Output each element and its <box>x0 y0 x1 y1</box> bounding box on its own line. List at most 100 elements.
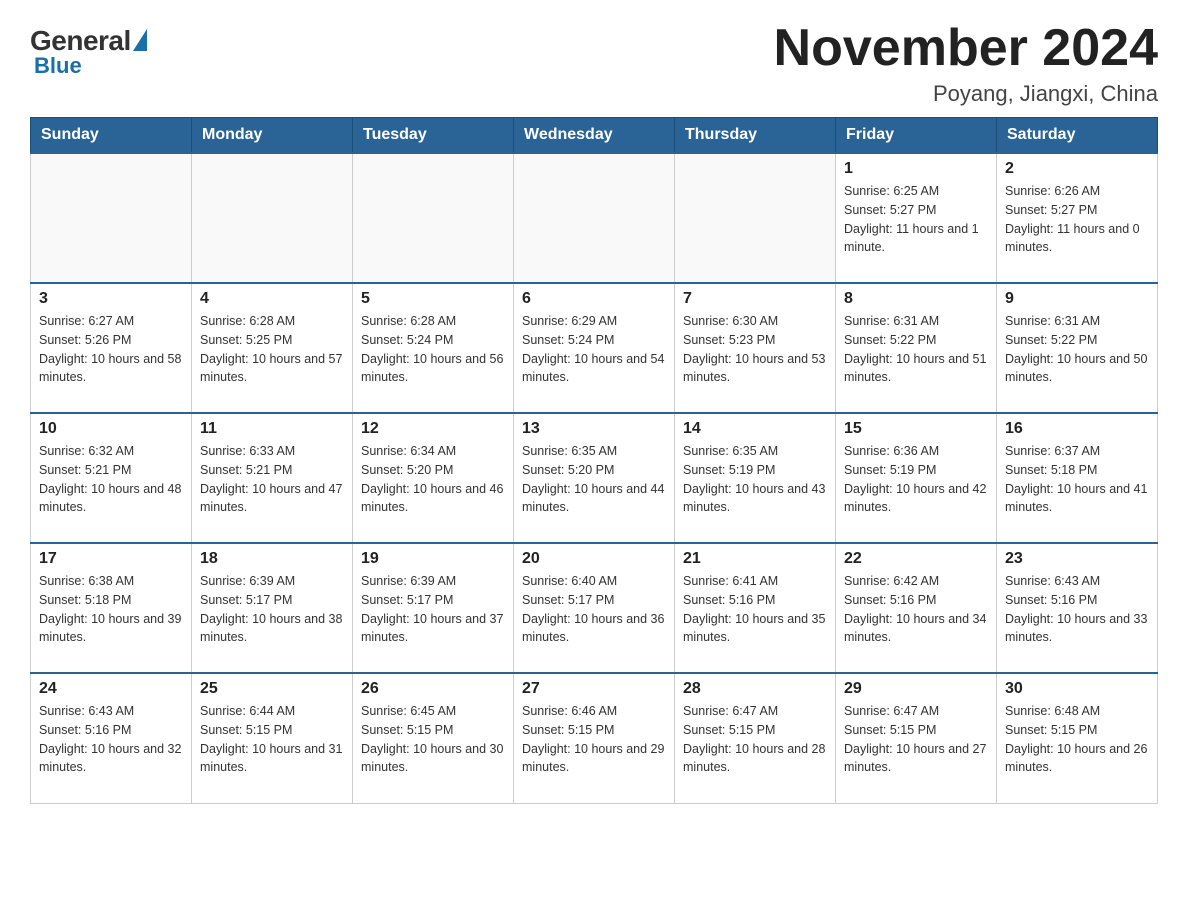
day-info: Sunrise: 6:35 AMSunset: 5:19 PMDaylight:… <box>683 442 827 517</box>
day-info: Sunrise: 6:41 AMSunset: 5:16 PMDaylight:… <box>683 572 827 647</box>
day-info: Sunrise: 6:31 AMSunset: 5:22 PMDaylight:… <box>844 312 988 387</box>
logo: General Blue <box>30 25 147 79</box>
calendar-week-row: 3 Sunrise: 6:27 AMSunset: 5:26 PMDaylight… <box>31 283 1158 413</box>
logo-triangle-icon <box>133 29 147 51</box>
calendar-cell: 4Sunrise: 6:28 AMSunset: 5:25 PMDaylight… <box>192 283 353 413</box>
calendar-cell: 15 Sunrise: 6:36 AMSunset: 5:19 PMDayligh… <box>836 413 997 543</box>
day-number: 16 <box>1005 420 1149 438</box>
day-info: Sunrise: 6:36 AMSunset: 5:19 PMDaylight:… <box>844 442 988 517</box>
calendar-cell: 3 Sunrise: 6:27 AMSunset: 5:26 PMDaylight… <box>31 283 192 413</box>
calendar-cell: 8 Sunrise: 6:31 AMSunset: 5:22 PMDaylight… <box>836 283 997 413</box>
calendar-cell: 18 Sunrise: 6:39 AMSunset: 5:17 PMDayligh… <box>192 543 353 673</box>
page-header: General Blue November 2024 Poyang, Jiang… <box>30 20 1158 107</box>
calendar-cell: 29Sunrise: 6:47 AMSunset: 5:15 PMDayligh… <box>836 673 997 803</box>
day-info: Sunrise: 6:28 AMSunset: 5:25 PMDaylight:… <box>200 312 344 387</box>
calendar-cell: 26 Sunrise: 6:45 AMSunset: 5:15 PMDayligh… <box>353 673 514 803</box>
day-number: 2 <box>1005 160 1149 178</box>
day-info: Sunrise: 6:32 AMSunset: 5:21 PMDaylight:… <box>39 442 183 517</box>
location-subtitle: Poyang, Jiangxi, China <box>774 81 1158 107</box>
calendar-cell: 6 Sunrise: 6:29 AMSunset: 5:24 PMDaylight… <box>514 283 675 413</box>
calendar-cell: 28 Sunrise: 6:47 AMSunset: 5:15 PMDayligh… <box>675 673 836 803</box>
day-info: Sunrise: 6:37 AMSunset: 5:18 PMDaylight:… <box>1005 442 1149 517</box>
day-number: 25 <box>200 680 344 698</box>
day-number: 8 <box>844 290 988 308</box>
day-number: 19 <box>361 550 505 568</box>
day-info: Sunrise: 6:30 AMSunset: 5:23 PMDaylight:… <box>683 312 827 387</box>
day-of-week-header: Sunday <box>31 118 192 154</box>
day-number: 10 <box>39 420 183 438</box>
day-number: 20 <box>522 550 666 568</box>
day-of-week-header: Tuesday <box>353 118 514 154</box>
calendar-cell: 2 Sunrise: 6:26 AMSunset: 5:27 PMDaylight… <box>997 153 1158 283</box>
calendar-cell: 20 Sunrise: 6:40 AMSunset: 5:17 PMDayligh… <box>514 543 675 673</box>
day-info: Sunrise: 6:27 AMSunset: 5:26 PMDaylight:… <box>39 312 183 387</box>
logo-blue-text: Blue <box>34 53 82 79</box>
calendar-cell: 13 Sunrise: 6:35 AMSunset: 5:20 PMDayligh… <box>514 413 675 543</box>
day-info: Sunrise: 6:35 AMSunset: 5:20 PMDaylight:… <box>522 442 666 517</box>
calendar-cell: 25 Sunrise: 6:44 AMSunset: 5:15 PMDayligh… <box>192 673 353 803</box>
day-number: 15 <box>844 420 988 438</box>
day-number: 13 <box>522 420 666 438</box>
day-info: Sunrise: 6:39 AMSunset: 5:17 PMDaylight:… <box>361 572 505 647</box>
calendar-week-row: 24 Sunrise: 6:43 AMSunset: 5:16 PMDayligh… <box>31 673 1158 803</box>
calendar-week-row: 10 Sunrise: 6:32 AMSunset: 5:21 PMDayligh… <box>31 413 1158 543</box>
day-number: 1 <box>844 160 988 178</box>
calendar-cell: 24 Sunrise: 6:43 AMSunset: 5:16 PMDayligh… <box>31 673 192 803</box>
day-number: 26 <box>361 680 505 698</box>
calendar-cell: 11 Sunrise: 6:33 AMSunset: 5:21 PMDayligh… <box>192 413 353 543</box>
day-info: Sunrise: 6:43 AMSunset: 5:16 PMDaylight:… <box>39 702 183 777</box>
day-info: Sunrise: 6:33 AMSunset: 5:21 PMDaylight:… <box>200 442 344 517</box>
day-number: 11 <box>200 420 344 438</box>
calendar-cell: 12 Sunrise: 6:34 AMSunset: 5:20 PMDayligh… <box>353 413 514 543</box>
calendar-week-row: 1Sunrise: 6:25 AMSunset: 5:27 PMDaylight… <box>31 153 1158 283</box>
day-info: Sunrise: 6:46 AMSunset: 5:15 PMDaylight:… <box>522 702 666 777</box>
day-of-week-header: Monday <box>192 118 353 154</box>
day-info: Sunrise: 6:47 AMSunset: 5:15 PMDaylight:… <box>683 702 827 777</box>
calendar-cell: 23Sunrise: 6:43 AMSunset: 5:16 PMDayligh… <box>997 543 1158 673</box>
day-number: 7 <box>683 290 827 308</box>
day-number: 28 <box>683 680 827 698</box>
day-number: 6 <box>522 290 666 308</box>
day-number: 22 <box>844 550 988 568</box>
calendar-cell: 27 Sunrise: 6:46 AMSunset: 5:15 PMDayligh… <box>514 673 675 803</box>
day-info: Sunrise: 6:34 AMSunset: 5:20 PMDaylight:… <box>361 442 505 517</box>
day-info: Sunrise: 6:38 AMSunset: 5:18 PMDaylight:… <box>39 572 183 647</box>
day-number: 30 <box>1005 680 1149 698</box>
day-number: 9 <box>1005 290 1149 308</box>
calendar-cell: 16 Sunrise: 6:37 AMSunset: 5:18 PMDayligh… <box>997 413 1158 543</box>
day-number: 21 <box>683 550 827 568</box>
day-info: Sunrise: 6:26 AMSunset: 5:27 PMDaylight:… <box>1005 182 1149 257</box>
day-info: Sunrise: 6:39 AMSunset: 5:17 PMDaylight:… <box>200 572 344 647</box>
calendar-cell: 9Sunrise: 6:31 AMSunset: 5:22 PMDaylight… <box>997 283 1158 413</box>
day-info: Sunrise: 6:48 AMSunset: 5:15 PMDaylight:… <box>1005 702 1149 777</box>
day-of-week-header: Wednesday <box>514 118 675 154</box>
day-number: 27 <box>522 680 666 698</box>
calendar-cell: 30 Sunrise: 6:48 AMSunset: 5:15 PMDayligh… <box>997 673 1158 803</box>
day-number: 24 <box>39 680 183 698</box>
day-info: Sunrise: 6:44 AMSunset: 5:15 PMDaylight:… <box>200 702 344 777</box>
day-info: Sunrise: 6:45 AMSunset: 5:15 PMDaylight:… <box>361 702 505 777</box>
day-number: 14 <box>683 420 827 438</box>
day-number: 17 <box>39 550 183 568</box>
day-of-week-header: Saturday <box>997 118 1158 154</box>
calendar-cell: 21 Sunrise: 6:41 AMSunset: 5:16 PMDayligh… <box>675 543 836 673</box>
day-info: Sunrise: 6:29 AMSunset: 5:24 PMDaylight:… <box>522 312 666 387</box>
calendar-cell: 17 Sunrise: 6:38 AMSunset: 5:18 PMDayligh… <box>31 543 192 673</box>
day-info: Sunrise: 6:40 AMSunset: 5:17 PMDaylight:… <box>522 572 666 647</box>
calendar-table: SundayMondayTuesdayWednesdayThursdayFrid… <box>30 117 1158 804</box>
day-number: 18 <box>200 550 344 568</box>
day-number: 5 <box>361 290 505 308</box>
calendar-cell <box>353 153 514 283</box>
calendar-body: 1Sunrise: 6:25 AMSunset: 5:27 PMDaylight… <box>31 153 1158 803</box>
calendar-header: SundayMondayTuesdayWednesdayThursdayFrid… <box>31 118 1158 154</box>
calendar-cell: 19 Sunrise: 6:39 AMSunset: 5:17 PMDayligh… <box>353 543 514 673</box>
calendar-cell: 10 Sunrise: 6:32 AMSunset: 5:21 PMDayligh… <box>31 413 192 543</box>
day-number: 3 <box>39 290 183 308</box>
calendar-cell <box>675 153 836 283</box>
day-number: 12 <box>361 420 505 438</box>
calendar-cell <box>192 153 353 283</box>
day-of-week-header: Friday <box>836 118 997 154</box>
day-of-week-header: Thursday <box>675 118 836 154</box>
day-info: Sunrise: 6:43 AMSunset: 5:16 PMDaylight:… <box>1005 572 1149 647</box>
calendar-week-row: 17 Sunrise: 6:38 AMSunset: 5:18 PMDayligh… <box>31 543 1158 673</box>
